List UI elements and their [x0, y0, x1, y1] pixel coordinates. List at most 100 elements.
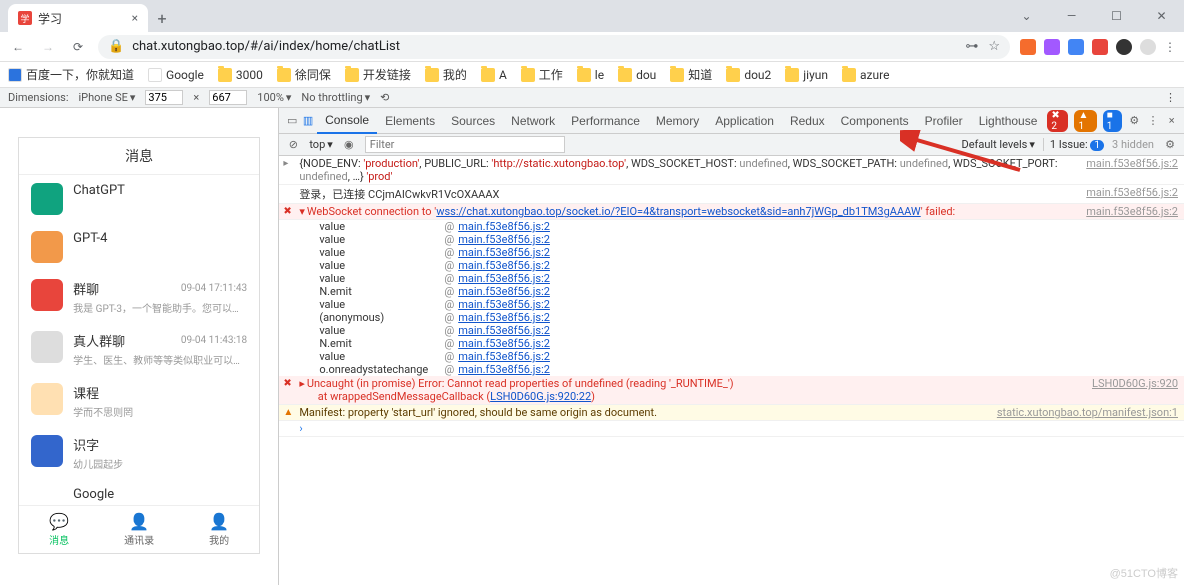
phone-tab[interactable]: 👤通讯录 [99, 506, 179, 553]
error-badge[interactable]: ✖ 2 [1047, 110, 1068, 132]
source-link[interactable]: main.f53e8f56.js:2 [458, 259, 550, 272]
bookmark-item[interactable]: dou [618, 68, 656, 82]
forward-button[interactable]: → [38, 37, 58, 57]
minimize-icon[interactable]: — [1049, 0, 1094, 32]
console-error: ✖ ▸ Uncaught (in promise) Error: Cannot … [279, 376, 1184, 405]
source-link[interactable]: main.f53e8f56.js:2 [1076, 157, 1178, 183]
devtools-tab[interactable]: Sources [443, 108, 503, 134]
ext-icon-5[interactable] [1116, 39, 1132, 55]
width-input[interactable] [145, 90, 183, 105]
source-link[interactable]: main.f53e8f56.js:2 [458, 246, 550, 259]
inspect-icon[interactable]: ▭ [285, 114, 299, 127]
devtools-tab[interactable]: Memory [648, 108, 707, 134]
key-icon[interactable]: ⊶ [965, 39, 978, 54]
chat-item[interactable]: 真人群聊09-04 11:43:18学生、医生、教师等等类似职业可以免费领取兑换… [19, 323, 259, 375]
source-link[interactable]: main.f53e8f56.js:2 [458, 285, 550, 298]
devtools-tab[interactable]: Elements [377, 108, 443, 134]
source-link[interactable]: main.f53e8f56.js:2 [458, 233, 550, 246]
eye-icon[interactable]: ◉ [341, 138, 357, 151]
close-window-icon[interactable]: ✕ [1139, 0, 1184, 32]
rotate-icon[interactable]: ⟲ [380, 91, 389, 104]
avatar[interactable] [1140, 39, 1156, 55]
bookmark-item[interactable]: 我的 [425, 66, 467, 83]
source-link[interactable]: main.f53e8f56.js:2 [458, 350, 550, 363]
bookmark-item[interactable]: 开发链接 [345, 66, 411, 83]
levels-select[interactable]: Default levels ▾ [962, 138, 1035, 151]
context-select[interactable]: top ▾ [309, 138, 332, 151]
source-link[interactable]: LSH0D60G.js:920 [1082, 377, 1178, 403]
issues-link[interactable]: 1 Issue: 1 [1043, 138, 1104, 151]
source-link[interactable]: static.xutongbao.top/manifest.json:1 [987, 406, 1178, 419]
expand-icon[interactable]: ▸ [283, 158, 288, 169]
info-badge[interactable]: ■ 1 [1103, 110, 1122, 132]
bookmark-item[interactable]: jiyun [785, 68, 828, 82]
hidden-count[interactable]: 3 hidden [1112, 138, 1154, 151]
phone-tab[interactable]: 👤我的 [179, 506, 259, 553]
device-select[interactable]: iPhone SE ▾ [79, 91, 136, 104]
settings-icon[interactable]: ⚙ [1128, 114, 1141, 127]
devtools-tab[interactable]: Redux [782, 108, 833, 134]
height-input[interactable] [209, 90, 247, 105]
chat-item[interactable]: 课程学而不思则罔 [19, 375, 259, 427]
ext-icon-3[interactable] [1068, 39, 1084, 55]
clear-icon[interactable]: ⊘ [285, 138, 301, 151]
devtools-tab[interactable]: Console [317, 108, 377, 134]
bookmark-item[interactable]: 3000 [218, 68, 263, 82]
settings-icon[interactable]: ⚙ [1162, 138, 1178, 151]
menu-icon[interactable]: ⋮ [1164, 40, 1176, 54]
expand-down-icon[interactable]: ⌄ [1004, 0, 1049, 32]
chat-item[interactable]: GPT-4 [19, 223, 259, 271]
throttle-select[interactable]: No throttling ▾ [301, 91, 370, 104]
device-icon[interactable]: ▥ [301, 114, 315, 127]
expand-icon[interactable]: ▾ [299, 205, 305, 218]
close-icon[interactable]: × [132, 11, 138, 25]
devtools-tab[interactable]: Lighthouse [971, 108, 1046, 134]
devtools-tab[interactable]: Application [707, 108, 782, 134]
chat-item[interactable]: 识字幼儿园起步 [19, 427, 259, 479]
filter-input[interactable] [365, 136, 565, 153]
chat-item[interactable]: ChatGPT [19, 175, 259, 223]
chat-item[interactable]: 群聊09-04 17:11:43我是 GPT-3，一个智能助手。您可以直接叫我助… [19, 271, 259, 323]
devtools-tab[interactable]: Components [833, 108, 917, 134]
reload-button[interactable]: ⟳ [68, 37, 88, 57]
source-link[interactable]: main.f53e8f56.js:2 [1076, 186, 1178, 202]
ext-icon-1[interactable] [1020, 39, 1036, 55]
source-link[interactable]: main.f53e8f56.js:2 [1076, 205, 1178, 218]
zoom-select[interactable]: 100% ▾ [257, 91, 291, 104]
bookmark-item[interactable]: 知道 [670, 66, 712, 83]
console-prompt[interactable]: › [279, 421, 1184, 437]
back-button[interactable]: ← [8, 37, 28, 57]
expand-icon[interactable]: ▸ [299, 377, 305, 403]
new-tab-button[interactable]: + [148, 4, 176, 32]
source-link[interactable]: main.f53e8f56.js:2 [458, 337, 550, 350]
bookmark-item[interactable]: A [481, 68, 507, 82]
menu-icon[interactable]: ⋮ [1165, 91, 1176, 104]
bookmark-item[interactable]: le [577, 68, 604, 82]
browser-tab[interactable]: 学 学习 × [8, 4, 148, 32]
source-link[interactable]: main.f53e8f56.js:2 [458, 311, 550, 324]
close-icon[interactable]: × [1165, 114, 1178, 127]
address-bar[interactable]: 🔒 chat.xutongbao.top/#/ai/index/home/cha… [98, 35, 1010, 59]
bookmark-item[interactable]: 工作 [521, 66, 563, 83]
menu-icon[interactable]: ⋮ [1147, 114, 1160, 127]
ext-icon-4[interactable] [1092, 39, 1108, 55]
warn-badge[interactable]: ▲ 1 [1074, 110, 1096, 132]
source-link[interactable]: main.f53e8f56.js:2 [458, 298, 550, 311]
ext-icon-2[interactable] [1044, 39, 1060, 55]
phone-tab[interactable]: 💬消息 [19, 506, 99, 553]
source-link[interactable]: main.f53e8f56.js:2 [458, 220, 550, 233]
devtools-tab[interactable]: Profiler [917, 108, 971, 134]
bookmark-item[interactable]: 徐同保 [277, 66, 331, 83]
source-link[interactable]: main.f53e8f56.js:2 [458, 324, 550, 337]
devtools-tab[interactable]: Network [503, 108, 563, 134]
source-link[interactable]: main.f53e8f56.js:2 [458, 272, 550, 285]
maximize-icon[interactable]: ☐ [1094, 0, 1139, 32]
devtools-tab[interactable]: Performance [563, 108, 648, 134]
source-link[interactable]: main.f53e8f56.js:2 [458, 363, 550, 376]
bookmark-item[interactable]: 百度一下，你就知道 [8, 66, 134, 83]
chat-item[interactable]: Google通过api接口实现 [19, 479, 259, 505]
bookmark-item[interactable]: azure [842, 68, 889, 82]
bookmark-item[interactable]: Google [148, 68, 204, 82]
bookmark-icon[interactable]: ☆ [988, 39, 1000, 54]
bookmark-item[interactable]: dou2 [726, 68, 771, 82]
